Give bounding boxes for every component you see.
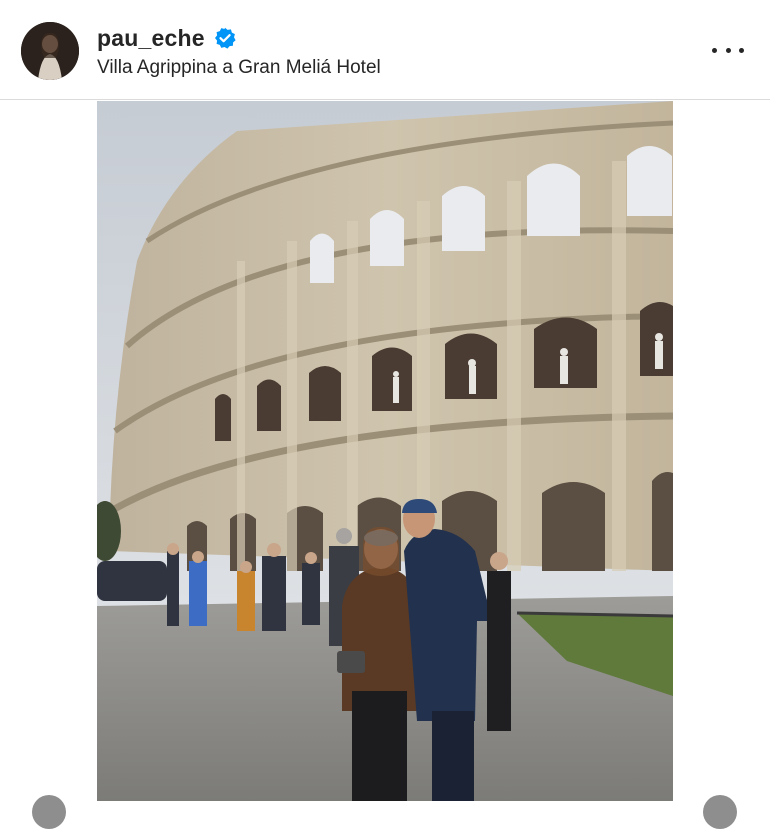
carousel-next-button[interactable] xyxy=(703,795,737,829)
avatar[interactable] xyxy=(21,22,79,80)
more-horizontal-icon xyxy=(712,47,717,53)
colosseum-photo xyxy=(97,101,673,801)
username[interactable]: pau_eche xyxy=(97,25,205,52)
more-options-button[interactable] xyxy=(712,38,744,62)
post-photo[interactable] xyxy=(97,101,673,801)
carousel-prev-button[interactable] xyxy=(32,795,66,829)
more-horizontal-icon xyxy=(725,47,731,53)
verified-badge-icon xyxy=(214,27,236,49)
location-link[interactable]: Villa Agrippina a Gran Meliá Hotel xyxy=(97,57,381,79)
more-horizontal-icon xyxy=(739,47,744,53)
post-header: pau_eche Villa Agrippina a Gran Meliá Ho… xyxy=(0,0,770,100)
username-row: pau_eche xyxy=(97,24,236,52)
